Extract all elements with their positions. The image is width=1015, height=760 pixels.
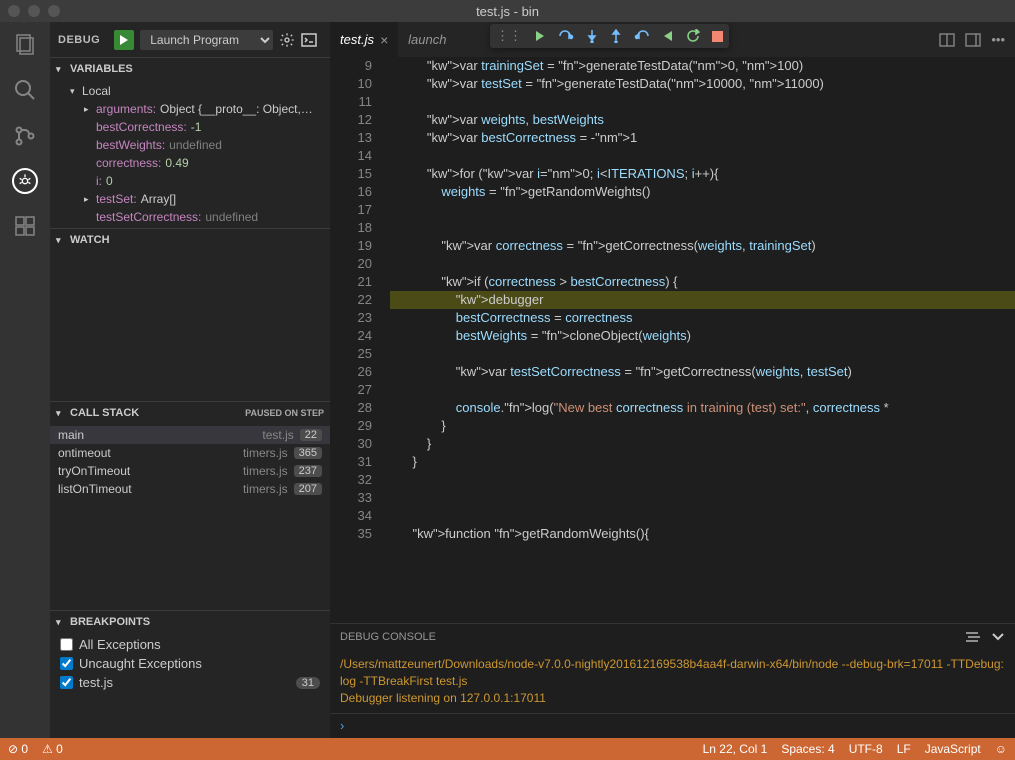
breakpoint-row[interactable]: test.js31: [50, 673, 330, 692]
editor-actions: •••: [939, 22, 1015, 57]
start-debug-button[interactable]: [114, 30, 134, 50]
callstack-header[interactable]: ▾CALL STACKPAUSED ON STEP: [50, 402, 330, 424]
step-into-button[interactable]: [586, 29, 598, 43]
variable-row[interactable]: i: 0: [50, 172, 330, 190]
titlebar: test.js - bin: [0, 0, 1015, 22]
minimize-window[interactable]: [28, 5, 40, 17]
variable-row[interactable]: testSetCorrectness: undefined: [50, 208, 330, 226]
tabs-row: test.js× launch ⋮⋮ •••: [330, 22, 1015, 57]
reverse-button[interactable]: [662, 30, 674, 42]
scope-local[interactable]: ▾Local: [50, 82, 330, 100]
variables-header[interactable]: ▾VARIABLES: [50, 58, 330, 80]
watch-section: ▾WATCH: [50, 228, 330, 401]
grip-icon[interactable]: ⋮⋮: [496, 28, 522, 44]
debug-label: DEBUG: [58, 34, 100, 46]
watch-header[interactable]: ▾WATCH: [50, 229, 330, 251]
step-back-button[interactable]: [634, 30, 650, 42]
variable-row[interactable]: ▸arguments: Object {__proto__: Object,…: [50, 100, 330, 118]
stack-frame[interactable]: ontimeouttimers.js365: [50, 444, 330, 462]
debug-console-icon[interactable]: [301, 33, 317, 47]
debug-header: DEBUG Launch Program: [50, 22, 330, 57]
code-editor[interactable]: 9101112131415161718192021222324252627282…: [330, 57, 1015, 623]
console-input[interactable]: ›: [330, 713, 1015, 738]
debug-icon[interactable]: [12, 168, 38, 194]
console-title: DEBUG CONSOLE: [340, 631, 436, 643]
breakpoint-row[interactable]: Uncaught Exceptions: [50, 654, 330, 673]
breakpoint-checkbox[interactable]: [60, 657, 73, 670]
callstack-section: ▾CALL STACKPAUSED ON STEP maintest.js22o…: [50, 401, 330, 610]
step-over-button[interactable]: [558, 30, 574, 42]
tab-test-js[interactable]: test.js×: [330, 22, 398, 57]
step-out-button[interactable]: [610, 29, 622, 43]
cursor-position[interactable]: Ln 22, Col 1: [703, 742, 768, 756]
variable-row[interactable]: ▸testSet: Array[]: [50, 190, 330, 208]
explorer-icon[interactable]: [11, 30, 39, 58]
editor-area: test.js× launch ⋮⋮ ••• 91011121314151617…: [330, 22, 1015, 738]
variable-row[interactable]: bestCorrectness: -1: [50, 118, 330, 136]
maximize-window[interactable]: [48, 5, 60, 17]
breakpoint-checkbox[interactable]: [60, 638, 73, 651]
breakpoint-row[interactable]: All Exceptions: [50, 635, 330, 654]
stack-frame[interactable]: listOnTimeouttimers.js207: [50, 480, 330, 498]
more-icon[interactable]: •••: [991, 32, 1005, 47]
close-window[interactable]: [8, 5, 20, 17]
restart-button[interactable]: [686, 29, 700, 43]
breakpoint-checkbox[interactable]: [60, 676, 73, 689]
close-icon[interactable]: ×: [380, 32, 388, 48]
debug-toolbar[interactable]: ⋮⋮: [490, 24, 729, 48]
language[interactable]: JavaScript: [925, 742, 981, 756]
stop-button[interactable]: [712, 31, 723, 42]
indent[interactable]: Spaces: 4: [781, 742, 834, 756]
eol[interactable]: LF: [897, 742, 911, 756]
errors-count[interactable]: ⊘ 0: [8, 742, 28, 756]
split-editor-icon[interactable]: [939, 33, 955, 47]
stack-frame[interactable]: tryOnTimeouttimers.js237: [50, 462, 330, 480]
variable-row[interactable]: bestWeights: undefined: [50, 136, 330, 154]
git-icon[interactable]: [11, 122, 39, 150]
encoding[interactable]: UTF-8: [849, 742, 883, 756]
debug-console-panel: DEBUG CONSOLE /Users/mattzeunert/Downloa…: [330, 623, 1015, 738]
variables-section: ▾VARIABLES ▾Local ▸arguments: Object {__…: [50, 57, 330, 228]
variable-row[interactable]: correctness: 0.49: [50, 154, 330, 172]
tab-launch[interactable]: launch: [398, 22, 456, 57]
status-bar: ⊘ 0 ⚠ 0 Ln 22, Col 1 Spaces: 4 UTF-8 LF …: [0, 738, 1015, 760]
traffic-lights: [8, 5, 60, 17]
feedback-icon[interactable]: ☺: [995, 742, 1007, 756]
window-title: test.js - bin: [476, 4, 539, 19]
breakpoints-header[interactable]: ▾BREAKPOINTS: [50, 611, 330, 633]
gear-icon[interactable]: [279, 32, 295, 48]
continue-button[interactable]: [534, 30, 546, 42]
search-icon[interactable]: [11, 76, 39, 104]
activity-bar: [0, 22, 50, 738]
collapse-console-icon[interactable]: [991, 631, 1005, 643]
layout-icon[interactable]: [965, 33, 981, 47]
breakpoints-section: ▾BREAKPOINTS All ExceptionsUncaught Exce…: [50, 610, 330, 694]
warnings-count[interactable]: ⚠ 0: [42, 742, 63, 756]
clear-console-icon[interactable]: [965, 631, 981, 643]
extensions-icon[interactable]: [11, 212, 39, 240]
debug-sidebar: DEBUG Launch Program ▾VARIABLES ▾Local ▸…: [50, 22, 330, 738]
stack-frame[interactable]: maintest.js22: [50, 426, 330, 444]
debug-config-select[interactable]: Launch Program: [140, 30, 273, 50]
